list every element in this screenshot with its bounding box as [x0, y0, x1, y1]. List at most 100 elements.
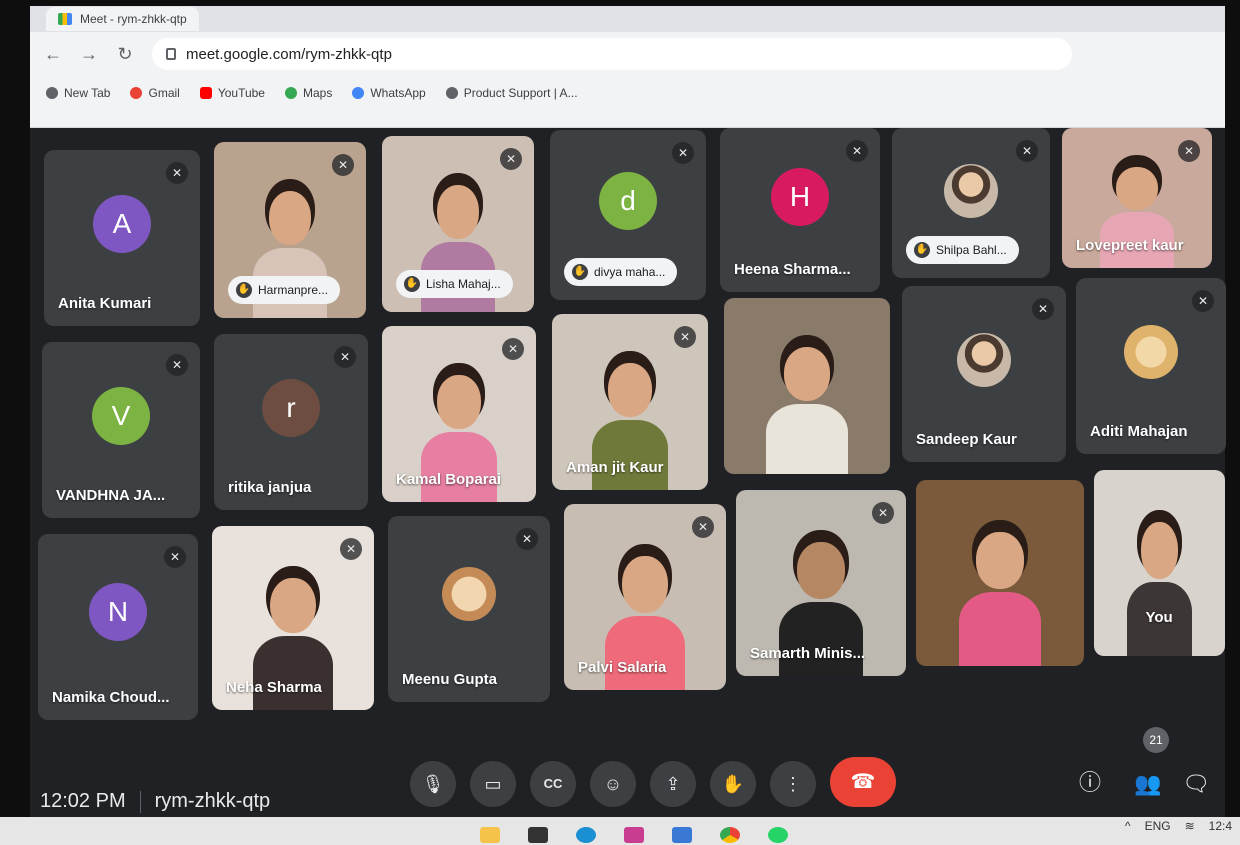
participant-tile[interactable]: ✕ ✋ Harmanpre...: [214, 142, 366, 318]
participant-tile[interactable]: ✕ Palvi Salaria: [564, 504, 726, 690]
bookmark-youtube[interactable]: YouTube: [199, 86, 265, 100]
clock-text[interactable]: 12:4: [1209, 819, 1232, 833]
wifi-icon[interactable]: ≋: [1185, 819, 1195, 833]
participant-tile[interactable]: N ✕ Namika Choud...: [38, 534, 198, 720]
folder-icon[interactable]: [480, 827, 500, 843]
bookmark-product-support[interactable]: Product Support | A...: [445, 86, 578, 100]
participant-name: Aditi Mahajan: [1090, 423, 1188, 440]
bookmark-maps[interactable]: Maps: [284, 86, 332, 100]
mic-off-icon: ✕: [334, 346, 356, 368]
language-indicator[interactable]: ENG: [1145, 819, 1171, 833]
raised-hand-chip: ✋ Lisha Mahaj...: [396, 270, 513, 298]
captions-button[interactable]: CC: [530, 761, 576, 807]
gmail-icon: [130, 87, 143, 99]
address-bar[interactable]: meet.google.com/rym-zhkk-qtp: [152, 38, 1072, 70]
chevron-up-icon[interactable]: ^: [1125, 819, 1131, 833]
participant-tile[interactable]: ✕ Samarth Minis...: [736, 490, 906, 676]
globe-icon: [445, 87, 458, 99]
participant-tile[interactable]: V ✕ VANDHNA JA...: [42, 342, 200, 518]
mic-off-icon: ✕: [674, 326, 696, 348]
participant-tile[interactable]: ✕ Aman jit Kaur: [552, 314, 708, 490]
browser-window: Meet - rym-zhkk-qtp ← → ↻ meet.google.co…: [30, 6, 1225, 128]
forward-icon[interactable]: →: [80, 44, 98, 65]
avatar: d: [599, 172, 657, 231]
emoji-button[interactable]: ☺: [590, 761, 636, 807]
tab-title: Meet - rym-zhkk-qtp: [80, 12, 187, 26]
meeting-time: 12:02 PM: [40, 790, 126, 812]
profile-photo: [1124, 324, 1178, 379]
participant-tile[interactable]: ✕ Sandeep Kaur: [902, 286, 1066, 462]
end-call-button[interactable]: ☎: [830, 757, 896, 807]
participant-name: Lovepreet kaur: [1076, 237, 1184, 254]
chat-icon[interactable]: 🗨: [1181, 771, 1211, 797]
mic-off-icon: ✕: [672, 142, 694, 164]
participant-tile[interactable]: ✕ Meenu Gupta: [388, 516, 550, 702]
hand-icon: ✋: [236, 282, 252, 298]
taskbar: ^ ENG ≋ 12:4: [0, 817, 1240, 845]
participant-tile[interactable]: ✕ Lovepreet kaur: [1062, 128, 1212, 268]
chrome-icon[interactable]: [720, 827, 740, 843]
participant-tile[interactable]: H ✕ Heena Sharma...: [720, 128, 880, 292]
meet-icon: [58, 13, 72, 25]
mic-off-icon: ✕: [502, 338, 524, 360]
participant-tile[interactable]: ✕ Neha Sharma: [212, 526, 374, 710]
participant-tile[interactable]: ✕ Kamal Boparai: [382, 326, 536, 502]
app-icon[interactable]: [528, 827, 548, 843]
reload-icon[interactable]: ↻: [116, 44, 134, 65]
avatar: A: [93, 194, 151, 253]
bookmark-new-tab[interactable]: New Tab: [46, 86, 110, 100]
mic-off-icon: ✕: [500, 148, 522, 170]
avatar: H: [771, 167, 829, 226]
more-options-button[interactable]: ⋮: [770, 761, 816, 807]
participant-tile[interactable]: A ✕ Anita Kumari: [44, 150, 200, 326]
self-view-tile[interactable]: You: [1094, 470, 1225, 656]
avatar: V: [92, 386, 150, 445]
participant-count-badge: 21: [1143, 727, 1169, 753]
meet-stage: A ✕ Anita Kumari ✕ ✋ Harmanpre... ✕ ✋ Lish…: [30, 128, 1226, 845]
raise-hand-button[interactable]: ✋: [710, 761, 756, 807]
participant-name: Sandeep Kaur: [916, 431, 1017, 448]
participant-tile[interactable]: ✕ ✋ Lisha Mahaj...: [382, 136, 534, 312]
info-icon[interactable]: ⓘ: [1075, 765, 1105, 797]
participant-tile[interactable]: [724, 298, 890, 474]
bookmark-whatsapp[interactable]: WhatsApp: [352, 86, 426, 100]
participant-tile[interactable]: d ✕ ✋ divya maha...: [550, 130, 706, 300]
mic-off-icon: ✕: [692, 516, 714, 538]
google-icon: [352, 87, 365, 99]
tab-strip: Meet - rym-zhkk-qtp: [30, 6, 1225, 32]
hand-icon: ✋: [572, 264, 588, 280]
participant-name: Namika Choud...: [52, 689, 170, 706]
people-icon[interactable]: 👥: [1133, 771, 1163, 797]
camera-button[interactable]: ▭: [470, 761, 516, 807]
bookmark-gmail[interactable]: Gmail: [130, 86, 180, 100]
microphone-button[interactable]: 🎙: [410, 761, 456, 807]
browser-tab[interactable]: Meet - rym-zhkk-qtp: [46, 7, 199, 31]
present-button[interactable]: ⇪: [650, 761, 696, 807]
participant-tile[interactable]: ✕ ✋ Shilpa Bahl...: [892, 128, 1050, 278]
mic-off-icon: ✕: [1178, 140, 1200, 162]
whatsapp-icon[interactable]: [768, 827, 788, 843]
avatar: N: [89, 583, 147, 642]
participant-tile[interactable]: r ✕ ritika janjua: [214, 334, 368, 510]
meeting-info: 12:02 PM rym-zhkk-qtp: [40, 790, 270, 813]
back-icon[interactable]: ←: [44, 44, 62, 65]
url-text: meet.google.com/rym-zhkk-qtp: [186, 45, 392, 63]
raised-hand-chip: ✋ divya maha...: [564, 258, 678, 286]
edge-icon[interactable]: [576, 827, 596, 843]
profile-photo: [957, 332, 1011, 387]
app-icon[interactable]: [672, 827, 692, 843]
mic-off-icon: ✕: [166, 162, 188, 184]
avatar: r: [262, 378, 320, 437]
mic-off-icon: ✕: [166, 354, 188, 376]
globe-icon: [46, 87, 58, 99]
store-icon[interactable]: [624, 827, 644, 843]
hand-icon: ✋: [404, 276, 420, 292]
participant-tile[interactable]: ✕ Aditi Mahajan: [1076, 278, 1226, 454]
participant-tile[interactable]: [916, 480, 1084, 666]
participant-name: Palvi Salaria: [578, 659, 667, 676]
mic-off-icon: ✕: [340, 538, 362, 560]
participant-name: You: [1145, 609, 1173, 626]
participant-name: Anita Kumari: [58, 295, 152, 312]
hand-icon: ✋: [914, 242, 930, 258]
participant-name: Kamal Boparai: [396, 471, 502, 488]
